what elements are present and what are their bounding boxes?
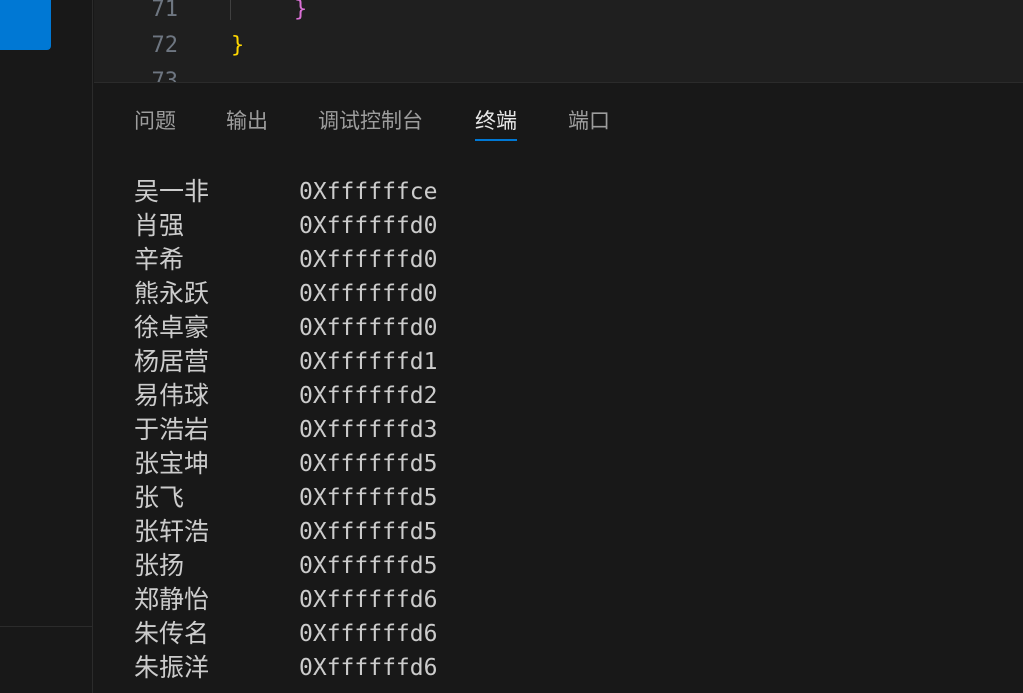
student-name: 于浩岩 [134,415,210,444]
address-value: 0Xffffffd0 [299,247,438,273]
terminal-line: 朱振洋 0Xffffffd6 [134,651,1014,685]
line-number: 71 [151,0,179,22]
terminal-line: 朱传名 0Xffffffd6 [134,617,1014,651]
student-name: 张飞 [134,483,185,512]
tab-problems[interactable]: 问题 [134,105,176,137]
tab-label: 终端 [475,109,517,133]
student-name: 徐卓豪 [134,313,210,342]
student-name: 张扬 [134,551,185,580]
panel-tabs: 问题 输出 调试控制台 终端 端口 [94,83,1023,143]
address-value: 0Xffffffd5 [299,553,438,579]
terminal-line: 熊永跃 0Xffffffd0 [134,277,1014,311]
bottom-panel: 问题 输出 调试控制台 终端 端口 吴一非 0Xffffffce 肖强 0Xff… [94,82,1023,693]
sidebar-divider [0,626,93,627]
terminal-line: 张扬 0Xffffffd5 [134,549,1014,583]
code-editor[interactable]: 71 } 72 } 73 [94,0,1023,82]
address-value: 0Xffffffd1 [299,349,438,375]
sidebar [0,0,93,693]
address-value: 0Xffffffd6 [299,621,438,647]
address-value: 0Xffffffd2 [299,383,438,409]
line-number: 72 [151,33,179,58]
terminal-line: 吴一非 0Xffffffce [134,175,1014,209]
tab-label: 调试控制台 [318,109,423,133]
terminal-line: 张轩浩 0Xffffffd5 [134,515,1014,549]
terminal-line: 杨居营 0Xffffffd1 [134,345,1014,379]
address-value: 0Xffffffd5 [299,451,438,477]
student-name: 辛希 [134,245,185,274]
terminal-output[interactable]: 吴一非 0Xffffffce 肖强 0Xffffffd0 辛希 0Xffffff… [134,175,1014,693]
student-name: 易伟球 [134,381,210,410]
address-value: 0Xffffffd3 [299,417,438,443]
terminal-line: 徐卓豪 0Xffffffd0 [134,311,1014,345]
tab-label: 输出 [226,109,268,133]
tab-label: 端口 [568,109,610,133]
address-value: 0Xffffffd0 [299,315,438,341]
tab-ports[interactable]: 端口 [568,105,610,137]
terminal-line: 张宝坤 0Xffffffd5 [134,447,1014,481]
student-name: 郑静怡 [134,585,210,614]
tab-debug-console[interactable]: 调试控制台 [318,105,423,137]
address-value: 0Xffffffd6 [299,587,438,613]
sidebar-active-item[interactable] [0,0,51,50]
terminal-line: 肖强 0Xffffffd0 [134,209,1014,243]
student-name: 杨居营 [134,347,210,376]
code-line: 72 } [94,28,1023,64]
student-name: 肖强 [134,211,185,240]
student-name: 朱振洋 [134,653,210,682]
address-value: 0Xffffffce [299,179,438,205]
address-value: 0Xffffffd5 [299,485,438,511]
address-value: 0Xffffffd6 [299,655,438,681]
terminal-line: 辛希 0Xffffffd0 [134,243,1014,277]
student-name: 吴一非 [134,177,210,206]
terminal-line: 易伟球 0Xffffffd2 [134,379,1014,413]
tab-terminal[interactable]: 终端 [475,105,517,141]
student-name: 张轩浩 [134,517,210,546]
student-name: 张宝坤 [134,449,210,478]
address-value: 0Xffffffd5 [299,519,438,545]
tab-label: 问题 [134,109,176,133]
code-text: } [231,33,245,58]
line-number: 73 [151,69,179,82]
address-value: 0Xffffffd0 [299,213,438,239]
student-name: 熊永跃 [134,279,210,308]
tab-output[interactable]: 输出 [226,105,268,137]
indent-guide [230,0,231,20]
code-line: 73 [94,64,1023,82]
code-line: 71 } [94,0,1023,28]
vscode-window: 71 } 72 } 73 问题 输出 调试控制台 终端 端口 吴一非 0Xfff… [0,0,1023,693]
terminal-line: 于浩岩 0Xffffffd3 [134,413,1014,447]
student-name: 朱传名 [134,619,210,648]
address-value: 0Xffffffd0 [299,281,438,307]
terminal-line: 张飞 0Xffffffd5 [134,481,1014,515]
active-tab-indicator [475,139,517,141]
terminal-line: 郑静怡 0Xffffffd6 [134,583,1014,617]
code-text: } [294,0,308,22]
